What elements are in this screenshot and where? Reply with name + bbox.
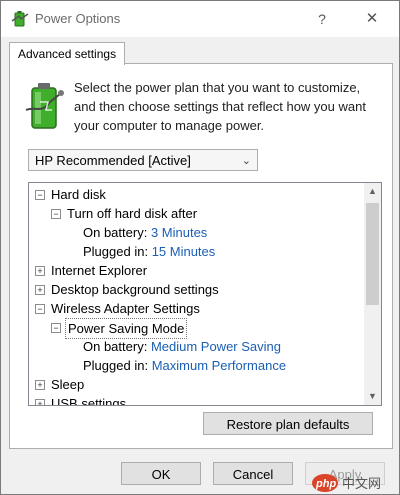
cancel-button[interactable]: Cancel — [213, 462, 293, 485]
setting-value-link[interactable]: Medium Power Saving — [151, 339, 281, 354]
description-text: Select the power plan that you want to c… — [74, 80, 366, 133]
setting-label: On battery: — [83, 225, 148, 240]
watermark-logo: php 中文网 — [312, 474, 381, 492]
setting-label: On battery: — [83, 339, 148, 354]
expand-icon[interactable]: + — [35, 380, 45, 390]
tree-item-label: USB settings — [51, 396, 127, 406]
tree-scrollbar[interactable]: ▲ ▼ — [364, 183, 381, 405]
setting-value-link[interactable]: Maximum Performance — [152, 358, 286, 373]
title-bar[interactable]: Power Options ? ✕ — [1, 1, 399, 37]
expand-icon[interactable]: + — [35, 399, 45, 405]
tree-item-label: Sleep — [51, 377, 85, 392]
power-options-icon — [11, 11, 29, 27]
chevron-down-icon: ⌄ — [241, 155, 251, 167]
window-title: Power Options — [35, 11, 121, 26]
ok-button[interactable]: OK — [121, 462, 201, 485]
collapse-icon[interactable]: − — [51, 323, 61, 333]
restore-plan-defaults-button[interactable]: Restore plan defaults — [203, 412, 373, 435]
scroll-thumb[interactable] — [366, 203, 379, 305]
tree-item-plugged-in-wireless[interactable]: Plugged in: Maximum Performance — [83, 356, 286, 375]
tree-item-label: Power Saving Mode — [65, 318, 188, 339]
power-plan-dropdown[interactable]: HP Recommended [Active] ⌄ — [28, 149, 258, 171]
tree-item-plugged-in-hdd[interactable]: Plugged in: 15 Minutes — [83, 242, 215, 261]
power-options-window: Power Options ? ✕ Advanced settings Sele… — [0, 0, 400, 495]
advanced-settings-panel: Select the power plan that you want to c… — [9, 63, 393, 449]
scroll-up-arrow-icon[interactable]: ▲ — [364, 183, 381, 200]
tree-item-label: Desktop background settings — [51, 282, 219, 297]
tab-advanced-settings[interactable]: Advanced settings — [9, 42, 126, 65]
help-button[interactable]: ? — [307, 7, 337, 31]
power-plan-selected: HP Recommended [Active] — [35, 153, 191, 168]
tree-item-on-battery-hdd[interactable]: On battery: 3 Minutes — [83, 223, 207, 242]
setting-label: Plugged in: — [83, 244, 149, 259]
setting-value-link[interactable]: 3 Minutes — [151, 225, 207, 240]
expand-icon[interactable]: + — [35, 266, 45, 276]
collapse-icon[interactable]: − — [35, 304, 45, 314]
svg-text:php: php — [315, 478, 336, 490]
tree-item-label: Hard disk — [51, 187, 106, 202]
collapse-icon[interactable]: − — [51, 209, 61, 219]
svg-text:中文网: 中文网 — [342, 477, 381, 492]
tree-item-label: Internet Explorer — [51, 263, 148, 278]
setting-label: Plugged in: — [83, 358, 149, 373]
close-button[interactable]: ✕ — [357, 7, 387, 31]
setting-value-link[interactable]: 15 Minutes — [152, 244, 216, 259]
settings-tree[interactable]: − Hard disk − Turn off hard disk after O… — [28, 182, 382, 406]
collapse-icon[interactable]: − — [35, 190, 45, 200]
tree-item-label: Wireless Adapter Settings — [51, 301, 200, 316]
tree-item-label: Turn off hard disk after — [67, 206, 198, 221]
scroll-down-arrow-icon[interactable]: ▼ — [364, 388, 381, 405]
battery-power-icon — [25, 83, 64, 129]
expand-icon[interactable]: + — [35, 285, 45, 295]
tree-item-on-battery-wireless[interactable]: On battery: Medium Power Saving — [83, 337, 281, 356]
